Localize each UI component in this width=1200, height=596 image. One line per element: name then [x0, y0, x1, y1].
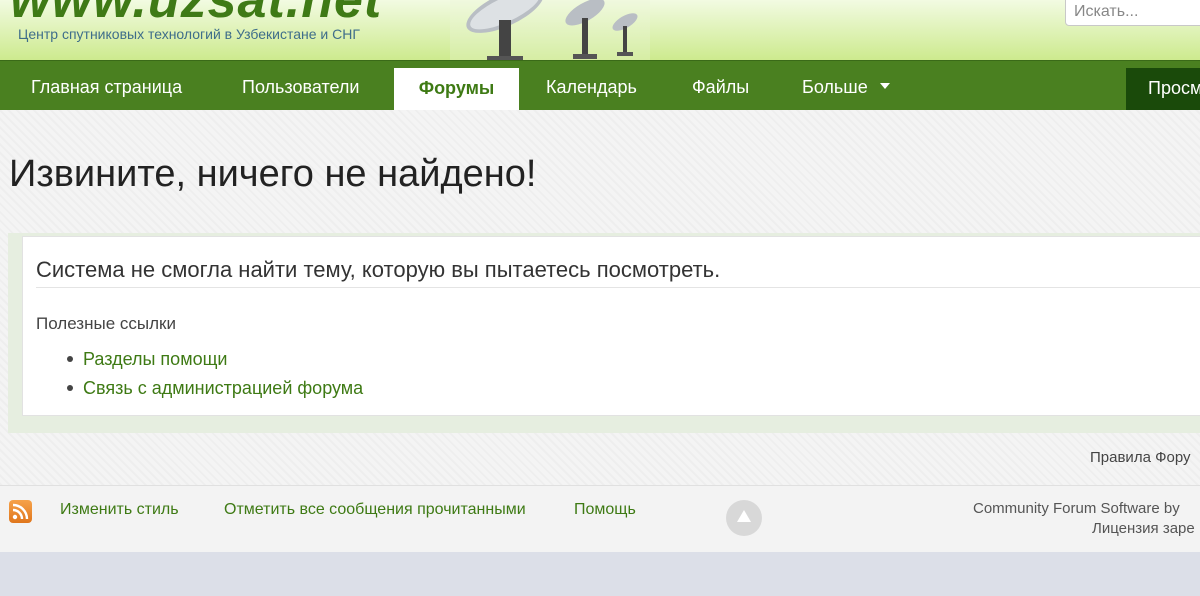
help-sections-link[interactable]: Разделы помощи — [83, 349, 227, 369]
list-item: Связь с администрацией форума — [36, 378, 363, 407]
error-box: Система не смогла найти тему, которую вы… — [22, 236, 1200, 416]
caret-down-icon — [879, 83, 890, 90]
rss-icon[interactable] — [9, 500, 32, 523]
copyright-text: Community Forum Software by — [973, 500, 1180, 517]
contact-admin-link[interactable]: Связь с администрацией форума — [83, 378, 363, 398]
nav-item-home[interactable]: Главная страница — [31, 61, 182, 111]
divider — [36, 287, 1200, 288]
site-tagline: Центр спутниковых технологий в Узбекиста… — [18, 26, 360, 42]
help-link[interactable]: Помощь — [574, 501, 636, 519]
site-header: www.uzsat.net Центр спутниковых технолог… — [0, 0, 1200, 60]
nav-view-button[interactable]: Просм — [1126, 68, 1200, 111]
mark-all-read-link[interactable]: Отметить все сообщения прочитанными — [224, 501, 526, 519]
error-message: Система не смогла найти тему, которую вы… — [36, 257, 721, 282]
search-input[interactable] — [1065, 0, 1200, 26]
nav-item-more[interactable]: Больше — [802, 61, 890, 111]
bullet-icon — [67, 384, 73, 391]
list-item: Разделы помощи — [36, 349, 363, 378]
useful-links-list: Разделы помощи Связь с администрацией фо… — [36, 349, 363, 407]
nav-item-forums[interactable]: Форумы — [394, 68, 519, 111]
main-content: Извините, ничего не найдено! Система не … — [0, 110, 1200, 485]
page-title: Извините, ничего не найдено! — [9, 153, 537, 195]
bullet-icon — [67, 355, 73, 362]
nav-item-calendar[interactable]: Календарь — [546, 61, 637, 111]
forum-rules-link[interactable]: Правила Фору — [1090, 449, 1191, 466]
nav-item-members[interactable]: Пользователи — [242, 61, 359, 111]
main-nav: Главная страница Пользователи Форумы Кал… — [0, 60, 1200, 111]
rss-glyph-icon — [12, 503, 29, 520]
license-text: Лицензия заре — [1092, 520, 1195, 537]
site-footer: Изменить стиль Отметить все сообщения пр… — [0, 485, 1200, 552]
scroll-to-top-icon[interactable] — [726, 500, 762, 536]
change-style-link[interactable]: Изменить стиль — [60, 501, 179, 519]
nav-item-files[interactable]: Файлы — [692, 61, 749, 111]
useful-links-label: Полезные ссылки — [36, 314, 176, 333]
nav-more-label: Больше — [802, 77, 868, 97]
satellite-dishes-image — [450, 0, 650, 60]
